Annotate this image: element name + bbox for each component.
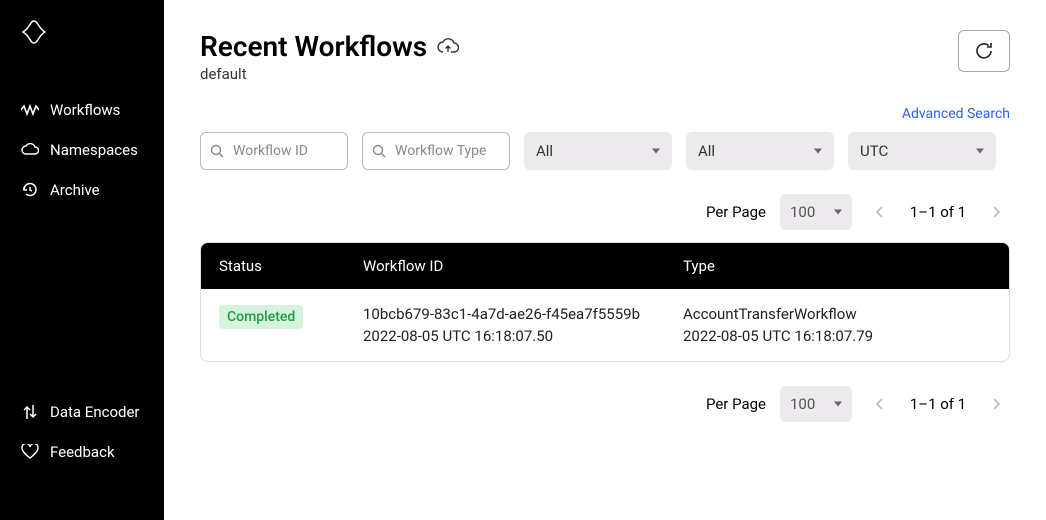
sidebar-item-label: Namespaces — [50, 141, 138, 159]
refresh-button[interactable] — [958, 30, 1010, 72]
advanced-search-row: Advanced Search — [200, 103, 1010, 122]
status-filter-select-2[interactable]: All — [686, 132, 834, 170]
advanced-search-link[interactable]: Advanced Search — [902, 106, 1010, 122]
namespace-subtitle: default — [200, 65, 459, 83]
history-icon — [20, 180, 40, 200]
page-header: Recent Workflows default — [200, 30, 1010, 83]
sidebar-item-feedback[interactable]: Feedback — [0, 432, 164, 472]
arrows-up-down-icon — [20, 402, 40, 422]
workflow-id-timestamp: 2022-08-05 UTC 16:18:07.50 — [363, 327, 683, 345]
pagination-bottom: Per Page 100 1–1 of 1 — [200, 386, 1010, 422]
filters-row: All All UTC — [200, 132, 1010, 170]
workflow-type-timestamp: 2022-08-05 UTC 16:18:07.79 — [683, 327, 991, 345]
next-page-button[interactable] — [982, 198, 1010, 226]
chevron-right-icon — [991, 397, 1001, 411]
nav-main: Workflows Namespaces Archive — [0, 90, 164, 240]
sidebar-item-archive[interactable]: Archive — [0, 170, 164, 210]
search-icon — [372, 144, 386, 158]
sidebar: Workflows Namespaces Archive Data Encode… — [0, 0, 164, 520]
sidebar-item-namespaces[interactable]: Namespaces — [0, 130, 164, 170]
prev-page-button[interactable] — [866, 198, 894, 226]
per-page-label: Per Page — [706, 395, 766, 413]
page-range: 1–1 of 1 — [908, 203, 968, 221]
sidebar-item-label: Workflows — [50, 101, 120, 119]
page-title: Recent Workflows — [200, 30, 459, 63]
workflows-table: Status Workflow ID Type Completed 10bcb6… — [200, 242, 1010, 362]
sidebar-item-label: Archive — [50, 181, 100, 199]
per-page-select[interactable]: 100 — [780, 386, 852, 422]
main-content: Recent Workflows default Advanced Search… — [164, 0, 1046, 520]
timezone-select[interactable]: UTC — [848, 132, 996, 170]
per-page-select[interactable]: 100 — [780, 194, 852, 230]
workflow-id: 10bcb679-83c1-4a7d-ae26-f45ea7f5559b — [363, 305, 683, 323]
chevron-right-icon — [991, 205, 1001, 219]
page-title-text: Recent Workflows — [200, 30, 427, 63]
page-range: 1–1 of 1 — [908, 395, 968, 413]
prev-page-button[interactable] — [866, 390, 894, 418]
status-badge: Completed — [219, 305, 303, 329]
search-icon — [210, 144, 224, 158]
status-filter-select[interactable]: All — [524, 132, 672, 170]
col-header-status: Status — [219, 257, 363, 275]
chevron-left-icon — [875, 205, 885, 219]
col-header-id: Workflow ID — [363, 257, 683, 275]
heart-icon — [20, 442, 40, 462]
cloud-icon — [20, 140, 40, 160]
sidebar-item-workflows[interactable]: Workflows — [0, 90, 164, 130]
table-header: Status Workflow ID Type — [201, 243, 1009, 289]
cloud-upload-icon — [437, 30, 459, 63]
refresh-icon — [973, 40, 995, 62]
sidebar-item-data-encoder[interactable]: Data Encoder — [0, 392, 164, 432]
next-page-button[interactable] — [982, 390, 1010, 418]
per-page-label: Per Page — [706, 203, 766, 221]
chevron-left-icon — [875, 397, 885, 411]
logo — [0, 18, 164, 90]
col-header-type: Type — [683, 257, 991, 275]
workflow-type: AccountTransferWorkflow — [683, 305, 991, 323]
sidebar-item-label: Feedback — [50, 443, 115, 461]
nav-bottom: Data Encoder Feedback — [0, 392, 164, 502]
table-row[interactable]: Completed 10bcb679-83c1-4a7d-ae26-f45ea7… — [201, 289, 1009, 361]
sidebar-item-label: Data Encoder — [50, 403, 140, 421]
waveform-icon — [20, 100, 40, 120]
temporal-logo-icon — [20, 18, 48, 46]
pagination-top: Per Page 100 1–1 of 1 — [200, 194, 1010, 230]
